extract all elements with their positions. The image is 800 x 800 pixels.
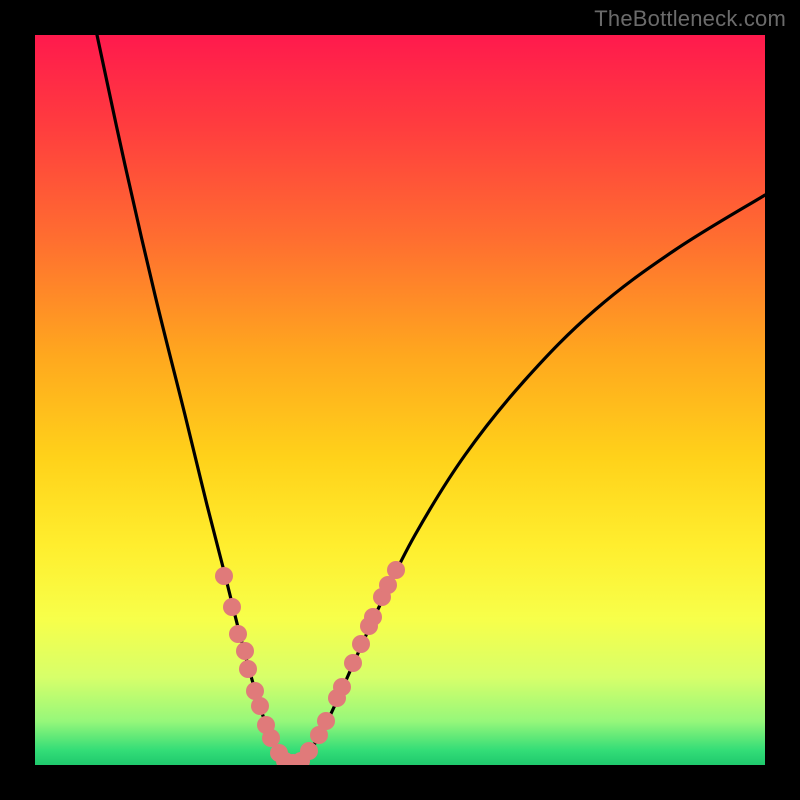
data-dot (229, 625, 247, 643)
data-dot (215, 567, 233, 585)
data-dot (333, 678, 351, 696)
data-dot (317, 712, 335, 730)
data-dot (352, 635, 370, 653)
plot-area (35, 35, 765, 765)
data-dot (364, 608, 382, 626)
data-dot (223, 598, 241, 616)
data-dot (387, 561, 405, 579)
data-dot (344, 654, 362, 672)
data-dot (300, 742, 318, 760)
curve-right (293, 195, 765, 763)
watermark-label: TheBottleneck.com (594, 6, 786, 32)
data-dot (236, 642, 254, 660)
data-dot (239, 660, 257, 678)
chart-frame: TheBottleneck.com (0, 0, 800, 800)
data-dot (251, 697, 269, 715)
scatter-dots (215, 561, 405, 765)
curve-left (97, 35, 293, 763)
curve-svg (35, 35, 765, 765)
